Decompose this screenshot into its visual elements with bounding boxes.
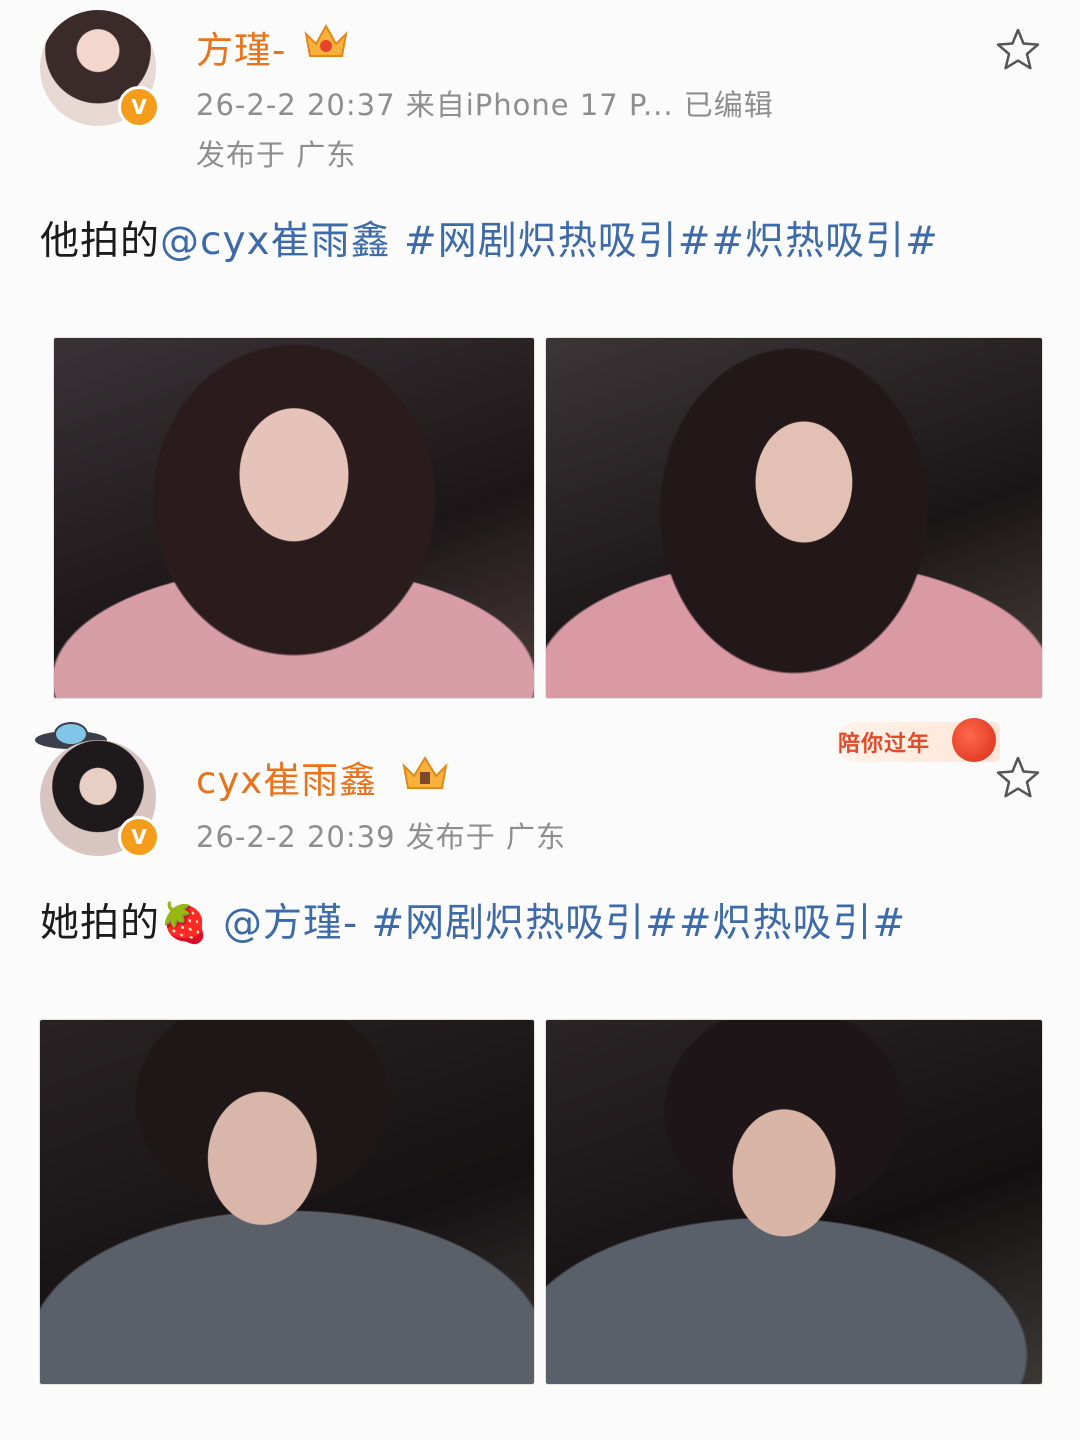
post-photo-1[interactable] — [54, 338, 534, 698]
favorite-star-icon[interactable] — [994, 754, 1042, 802]
user-avatar[interactable]: V — [40, 10, 160, 128]
hashtag-links[interactable]: #网剧炽热吸引##炽热吸引# — [404, 219, 939, 264]
post-text: 他拍的@cyx崔雨鑫 #网剧炽热吸引##炽热吸引# — [40, 210, 939, 266]
new-year-banner[interactable]: 陪你过年 — [836, 718, 1000, 762]
post-text-prefix: 她拍的 — [40, 901, 161, 946]
verified-badge-icon: V — [118, 86, 160, 128]
crown-badge-icon[interactable] — [302, 20, 350, 64]
username[interactable]: cyx崔雨鑫 — [196, 750, 377, 804]
hashtag-links[interactable]: #网剧炽热吸引##炽热吸引# — [371, 901, 906, 946]
mention-link[interactable]: @cyx崔雨鑫 — [160, 219, 391, 264]
mention-link[interactable]: @方瑾- — [223, 901, 358, 946]
banner-text: 陪你过年 — [838, 732, 931, 757]
post-text-prefix: 他拍的 — [40, 219, 161, 264]
verified-badge-icon: V — [118, 816, 160, 858]
post-photo-2[interactable] — [546, 1020, 1042, 1384]
post-photo-2[interactable] — [546, 338, 1042, 698]
strawberry-emoji: 🍓 — [160, 901, 210, 946]
post-meta-location: 发布于 广东 — [196, 138, 357, 172]
crown-badge-icon[interactable] — [398, 752, 452, 796]
post-meta: 26-2-2 20:39 发布于 广东 — [196, 820, 566, 854]
username[interactable]: 方瑾- — [196, 20, 286, 74]
post-meta-time-device: 26-2-2 20:37 来自iPhone 17 P... 已编辑 — [196, 88, 774, 122]
post-text: 她拍的🍓 @方瑾- #网剧炽热吸引##炽热吸引# — [40, 892, 906, 948]
lantern-icon — [952, 718, 996, 762]
favorite-star-icon[interactable] — [994, 26, 1042, 74]
user-avatar[interactable]: V — [40, 740, 160, 858]
post-photo-1[interactable] — [40, 1020, 534, 1384]
